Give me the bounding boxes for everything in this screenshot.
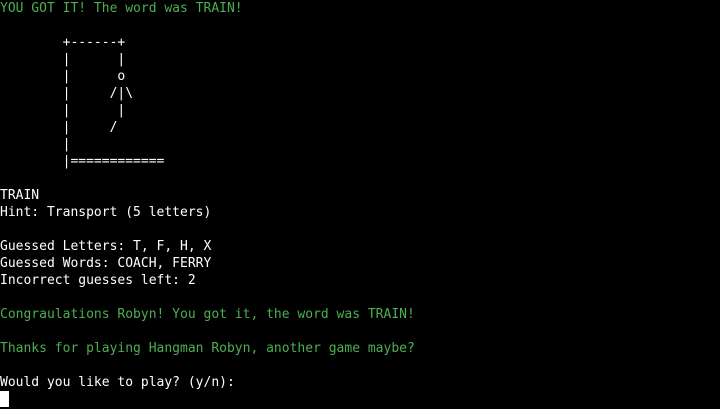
incorrect-guesses-left: Incorrect guesses left: 2: [0, 273, 196, 288]
guessed-words: Guessed Words: COACH, FERRY: [0, 256, 212, 271]
terminal-window: YOU GOT IT! The word was TRAIN! +------+…: [0, 0, 720, 409]
hangman-gallows-art: +------+ | | | o | /|\ | | | / | |======…: [62, 35, 165, 169]
play-again-prompt[interactable]: Would you like to play? (y/n):: [0, 374, 243, 391]
revealed-word: TRAIN: [0, 188, 40, 203]
thanks-message: Thanks for playing Hangman Robyn, anothe…: [0, 341, 415, 356]
text-cursor[interactable]: [0, 391, 9, 407]
result-message: YOU GOT IT! The word was TRAIN!: [0, 1, 243, 16]
congratulations-message: Congraulations Robyn! You got it, the wo…: [0, 307, 415, 322]
hint-text: Hint: Transport (5 letters): [0, 205, 212, 220]
guessed-letters: Guessed Letters: T, F, H, X: [0, 239, 212, 254]
